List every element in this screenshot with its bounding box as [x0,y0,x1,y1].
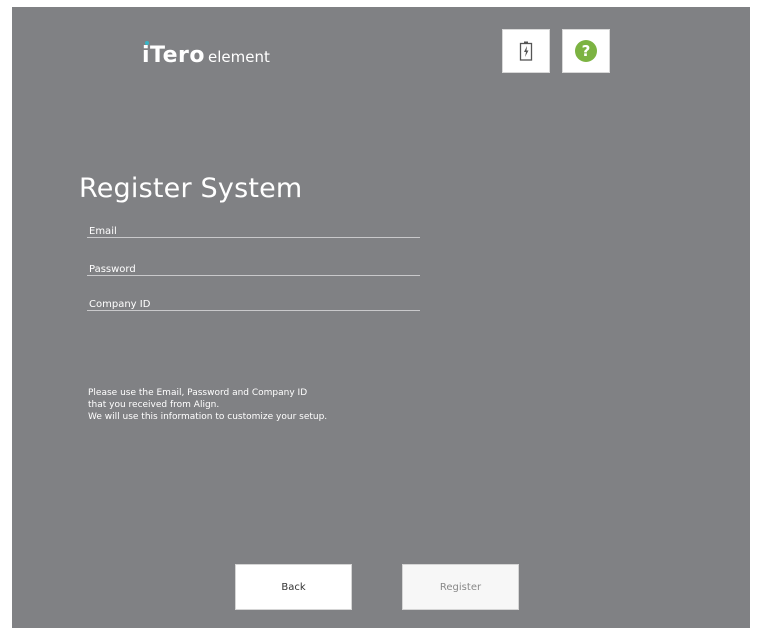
battery-button[interactable] [502,29,550,73]
info-line: We will use this information to customiz… [88,412,328,422]
email-field-container [87,219,422,241]
back-button[interactable]: Back [235,564,352,610]
password-field-container [87,257,422,279]
info-text: Please use the Email, Password and Compa… [88,387,327,423]
company-id-field-container [87,292,422,314]
logo-brand-text: iTero [142,43,206,68]
email-field[interactable] [87,222,422,241]
register-screen: iTero element ? Register System Please u… [12,7,750,628]
info-line: that you received from Align. [88,400,220,410]
help-button[interactable]: ? [562,29,610,73]
logo-brand: iTero [142,41,206,68]
page-title: Register System [79,173,303,204]
help-glyph: ? [581,41,591,60]
register-button[interactable]: Register [402,564,519,610]
battery-charging-icon [519,41,533,61]
help-question-icon: ? [575,40,597,62]
logo-dot-icon [145,41,149,45]
company-id-field[interactable] [87,295,422,314]
logo-suffix: element [208,48,270,66]
itero-element-logo: iTero element [142,41,270,73]
password-field[interactable] [87,260,422,279]
info-line: Please use the Email, Password and Compa… [88,388,308,398]
